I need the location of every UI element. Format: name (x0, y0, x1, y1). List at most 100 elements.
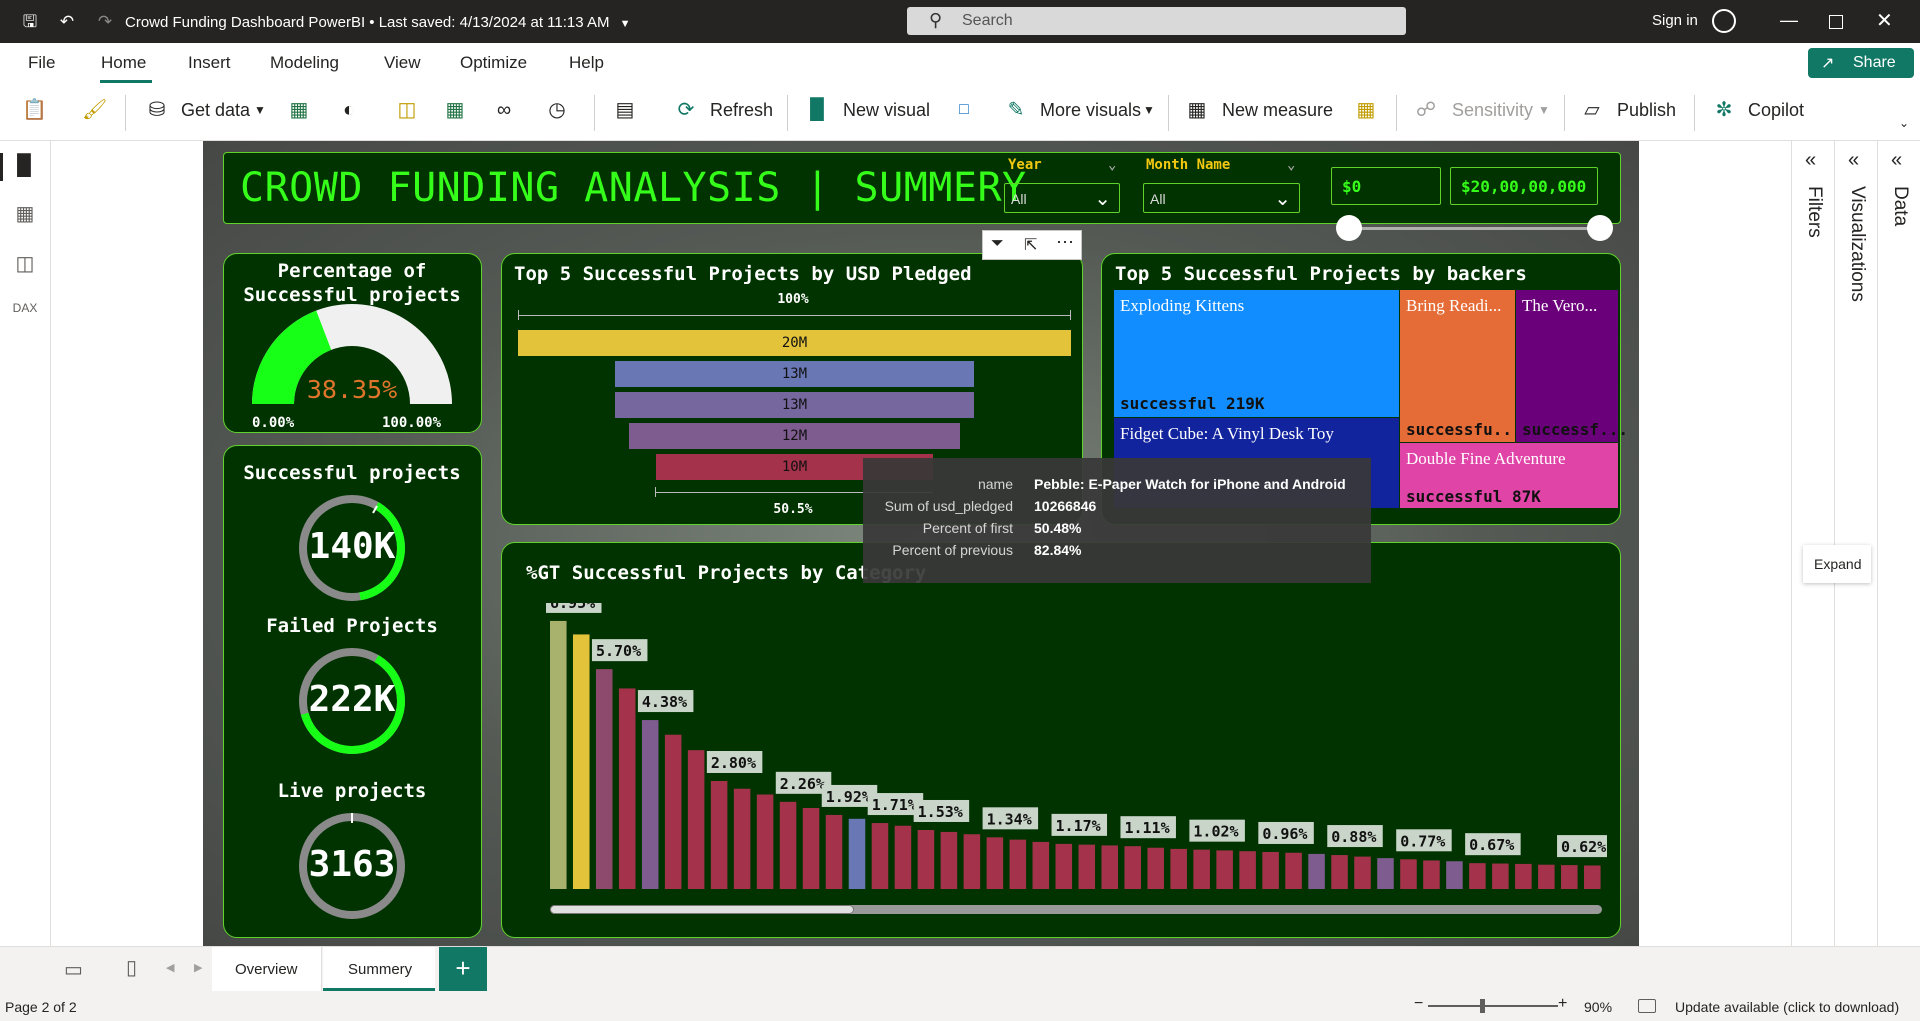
category-bar[interactable] (710, 781, 728, 889)
category-bar[interactable] (595, 669, 613, 889)
category-bar[interactable] (1446, 861, 1463, 889)
range-slider-max-handle[interactable] (1587, 215, 1613, 241)
sign-in-link[interactable]: Sign in (1652, 12, 1698, 29)
chevron-down-icon[interactable]: ▼ (620, 18, 631, 30)
zoom-out-icon[interactable]: − (1414, 995, 1423, 1013)
funnel-bar[interactable]: 13M (614, 392, 975, 418)
category-bar[interactable] (550, 620, 567, 889)
avatar-icon[interactable] (1712, 9, 1736, 33)
funnel-bar[interactable]: 13M (614, 361, 975, 387)
share-button[interactable]: ↗ Share (1808, 48, 1914, 78)
document-title[interactable]: Crowd Funding Dashboard PowerBI • Last s… (125, 14, 631, 31)
category-bar[interactable] (1538, 864, 1555, 889)
category-bar[interactable] (1055, 843, 1073, 889)
menu-home[interactable]: Home (101, 53, 146, 73)
data-pane[interactable]: « Data (1877, 141, 1920, 946)
year-slicer[interactable]: All ⌄ (1004, 183, 1120, 213)
treemap-tile[interactable]: Double Fine Adventure successful 87K (1400, 443, 1618, 508)
zoom-slider-thumb[interactable] (1480, 999, 1485, 1013)
category-bar[interactable] (1469, 863, 1486, 889)
redo-icon[interactable]: ↷ (94, 11, 116, 33)
category-bar[interactable] (1377, 858, 1394, 889)
menu-insert[interactable]: Insert (188, 53, 231, 73)
category-bar[interactable] (1124, 846, 1142, 889)
menu-help[interactable]: Help (569, 53, 604, 73)
category-bar[interactable] (1331, 855, 1348, 889)
search-input[interactable]: ⚲ Search (907, 7, 1406, 35)
collapse-ribbon-icon[interactable]: ⌄ (1899, 116, 1909, 130)
update-available-link[interactable]: Update available (click to download) (1675, 999, 1899, 1015)
category-bar[interactable] (1147, 847, 1164, 889)
recent-sources-icon[interactable]: ◷ (545, 98, 569, 122)
chevron-down-icon[interactable]: ▼ (1538, 103, 1550, 117)
category-bar[interactable] (1216, 850, 1233, 889)
tab-summery[interactable]: Summery (323, 947, 435, 991)
desktop-layout-icon[interactable]: ▭ (64, 957, 83, 982)
funnel-bar[interactable]: 20M (518, 330, 1071, 356)
get-data-button[interactable]: Get data (181, 100, 250, 121)
category-bar[interactable] (1262, 851, 1279, 889)
excel-icon[interactable]: ▦ (287, 98, 311, 122)
category-bar[interactable] (1170, 848, 1187, 889)
mobile-layout-icon[interactable]: ▯ (126, 955, 137, 980)
menu-optimize[interactable]: Optimize (460, 53, 527, 73)
dataverse-icon[interactable]: ∞ (492, 98, 516, 122)
menu-file[interactable]: File (28, 53, 55, 73)
zoom-slider[interactable] (1428, 1005, 1558, 1007)
range-slider-track[interactable] (1348, 227, 1600, 230)
next-page-icon[interactable]: ▶ (194, 961, 202, 974)
maximize-icon[interactable] (1829, 15, 1843, 29)
treemap-tile[interactable]: Exploding Kittens successful 219K (1114, 290, 1399, 417)
category-bar[interactable] (1400, 859, 1417, 889)
format-painter-icon[interactable]: 🖌 (82, 98, 107, 122)
category-bar[interactable] (1078, 844, 1096, 889)
previous-page-icon[interactable]: ◀ (166, 961, 174, 974)
range-slider-min-handle[interactable] (1336, 215, 1362, 241)
menu-view[interactable]: View (384, 53, 421, 73)
range-min-input[interactable]: $0 (1331, 167, 1441, 205)
add-page-button[interactable]: + (439, 947, 487, 991)
menu-modeling[interactable]: Modeling (270, 53, 339, 73)
more-options-icon[interactable]: ⋯ (1056, 232, 1074, 253)
category-bar[interactable] (1561, 865, 1578, 889)
transform-data-icon[interactable]: ▤ (613, 98, 637, 122)
onelake-icon[interactable]: ◐ (337, 98, 361, 122)
category-bar[interactable] (1308, 853, 1325, 889)
tab-overview[interactable]: Overview (212, 947, 322, 991)
category-bar[interactable] (664, 734, 682, 889)
category-bar[interactable] (848, 818, 866, 889)
range-max-input[interactable]: $20,00,00,000 (1450, 167, 1598, 205)
dax-query-icon[interactable]: DAX (12, 301, 38, 327)
category-bar[interactable] (825, 814, 843, 889)
enter-data-icon[interactable]: ▦ (443, 98, 467, 122)
paste-icon[interactable]: 📋 (22, 98, 47, 122)
publish-button[interactable]: Publish (1617, 100, 1676, 121)
category-bar[interactable] (756, 794, 774, 890)
sensitivity-button[interactable]: Sensitivity (1452, 100, 1533, 121)
category-bar[interactable] (963, 834, 981, 889)
category-bar[interactable] (779, 801, 797, 889)
focus-mode-icon[interactable]: ⇱ (1024, 235, 1037, 255)
category-bar[interactable] (917, 829, 935, 889)
category-bar[interactable] (1032, 841, 1050, 889)
month-slicer[interactable]: All ⌄ (1143, 183, 1300, 213)
category-bar[interactable] (733, 788, 751, 889)
category-bar[interactable] (1354, 856, 1371, 889)
fit-to-page-icon[interactable] (1638, 999, 1656, 1013)
text-box-icon[interactable]: □ (952, 98, 976, 122)
category-bar[interactable] (871, 823, 889, 889)
category-bar[interactable] (1193, 849, 1210, 889)
category-bar[interactable] (1423, 860, 1440, 889)
funnel-bar[interactable]: 12M (628, 423, 961, 449)
save-icon[interactable]: 🖫 (19, 11, 41, 33)
sql-icon[interactable]: ◫ (395, 98, 419, 122)
category-bar[interactable] (618, 688, 636, 889)
copilot-button[interactable]: Copilot (1748, 100, 1804, 121)
scrollbar-thumb[interactable] (550, 905, 854, 914)
category-bar[interactable] (1239, 851, 1256, 889)
category-bar[interactable] (1285, 852, 1302, 889)
category-bar[interactable] (1584, 865, 1601, 889)
minimize-icon[interactable]: — (1780, 10, 1798, 31)
category-bar[interactable] (687, 750, 705, 889)
report-view-icon[interactable]: ▉ (12, 153, 38, 179)
